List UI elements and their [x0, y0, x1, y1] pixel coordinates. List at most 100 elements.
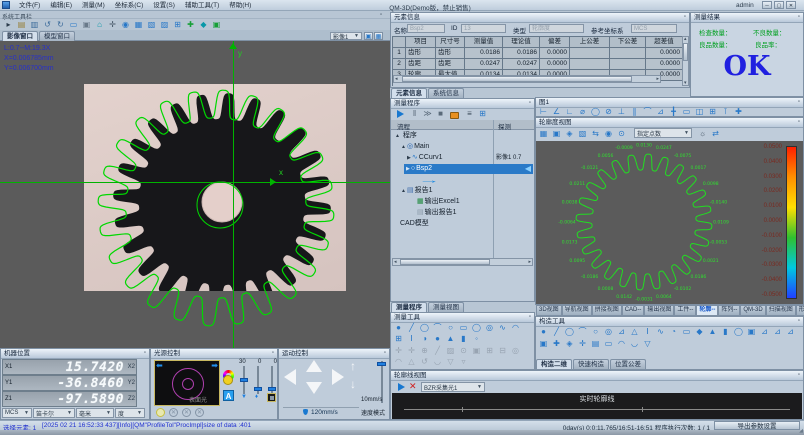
selected-channel-button[interactable] [267, 393, 276, 402]
c-angle2-icon[interactable]: ⊿ [771, 326, 784, 337]
length-unit-select[interactable]: 毫米▼ [76, 408, 114, 418]
construct-tab-0[interactable]: 构造二维 [536, 359, 572, 369]
step-icon[interactable]: ≫ [421, 108, 434, 119]
track-icon[interactable]: ▣ [210, 19, 223, 30]
layout-icon[interactable]: ▨ [158, 19, 171, 30]
light-slider-2-handle[interactable] [254, 387, 262, 391]
tree-row-program[interactable]: ▲ 程序 [392, 131, 533, 141]
annulus-icon[interactable]: ◎ [483, 322, 496, 333]
bulb-icon[interactable]: ♦ [255, 394, 258, 400]
menu-item-0[interactable]: 文件(F) [14, 0, 45, 11]
info-tab-1[interactable]: 系统信息 [428, 88, 464, 98]
edge-icon[interactable]: ╱ [431, 345, 444, 356]
light-slider-1-handle[interactable] [240, 378, 248, 382]
menu-item-6[interactable]: 帮助(H) [224, 0, 256, 11]
swap-icon[interactable]: ⇄ [709, 128, 722, 139]
line-icon[interactable]: ╱ [405, 322, 418, 333]
lock-icon[interactable] [450, 112, 459, 119]
move-up-button[interactable] [306, 360, 322, 372]
info-tab-0[interactable]: 元素信息 [391, 88, 427, 98]
run-program-icon[interactable] [397, 110, 404, 118]
arc-icon[interactable]: ⌒ [431, 322, 444, 333]
c-diamond-icon[interactable]: ◆ [693, 326, 706, 337]
perpendicular-icon[interactable]: ⊥ [615, 106, 628, 117]
height-icon[interactable]: Ⅰ [405, 333, 418, 344]
menu-item-2[interactable]: 测量(M) [77, 0, 110, 11]
undo-icon[interactable]: ↺ [41, 19, 54, 30]
grid2-icon[interactable]: ⊞ [483, 345, 496, 356]
id-field[interactable]: 13 [461, 24, 506, 33]
element-info-pin-icon[interactable]: ▫ [684, 13, 686, 22]
profile-run-icon[interactable] [398, 383, 405, 391]
maximize-button[interactable]: ▢ [774, 1, 784, 9]
cone-icon[interactable]: ▲ [444, 333, 457, 344]
diamond-view-icon[interactable]: ◈ [563, 128, 576, 139]
speed-marker-icon[interactable] [303, 409, 308, 415]
ellipse-icon[interactable]: ○ [444, 322, 457, 333]
points-select[interactable]: 指定点数▼ [634, 128, 692, 138]
stop-icon[interactable]: ■ [434, 108, 447, 119]
c-ellipse-icon[interactable]: ○ [589, 326, 602, 337]
c2-sheet-icon[interactable]: ▤ [589, 338, 602, 349]
tree-h-scrollbar[interactable]: ◂ ▸ [392, 258, 533, 266]
c2-arc2-icon[interactable]: ◡ [628, 338, 641, 349]
tree-row-bsp2-selected[interactable]: ▶○Bsp2 ◀ [404, 164, 533, 174]
construct-tab-2[interactable]: 位置公差 [610, 359, 646, 369]
tree-row-ccurv1[interactable]: ▶∿CCurv1影像1 0.7 [392, 153, 533, 163]
z-down-button[interactable]: ↓ [350, 377, 356, 391]
light-channel-1[interactable] [156, 408, 165, 417]
dome-icon[interactable]: ● [431, 333, 444, 344]
motion-control-pin-icon[interactable]: ▫ [384, 349, 386, 358]
report-icon[interactable]: ▦ [132, 19, 145, 30]
view-tab-10[interactable]: 形状-- [796, 305, 804, 316]
c-line-icon[interactable]: ╱ [550, 326, 563, 337]
open-icon[interactable]: ▤ [15, 19, 28, 30]
menu-item-1[interactable]: 编辑(E) [45, 0, 77, 11]
table-row[interactable]: 2齿距齿距0.02470.02470.00000.0000 [393, 59, 682, 70]
triangle-icon[interactable]: △ [405, 356, 418, 367]
arc3-icon[interactable]: ◡ [431, 356, 444, 367]
pause-icon[interactable]: ‖ [408, 108, 421, 119]
tree-row-outreport[interactable]: ▤输出报告1 [392, 208, 533, 218]
center-view-icon[interactable]: ⊙ [615, 128, 628, 139]
datum-icon[interactable]: ⊢ [537, 106, 550, 117]
box-icon[interactable]: ▣ [470, 345, 483, 356]
circle-icon[interactable]: ◯ [418, 322, 431, 333]
table-h-scrollbar[interactable]: ◂ ▸ [393, 75, 661, 83]
view-tab-9[interactable]: 扫描视图 [766, 305, 796, 316]
minimize-button[interactable]: ─ [762, 1, 772, 9]
c-curve-icon[interactable]: ∿ [654, 326, 667, 337]
c2-rect-icon[interactable]: ▭ [602, 338, 615, 349]
view-tab-3[interactable]: CAD-- [622, 305, 645, 316]
circle-dim-icon[interactable]: ◯ [589, 106, 602, 117]
program-pin-icon[interactable]: ▫ [529, 99, 531, 108]
display-icon[interactable]: ▭ [67, 19, 80, 30]
construct-tab-1[interactable]: 快速构造 [573, 359, 609, 369]
grid-icon[interactable]: ⊞ [171, 19, 184, 30]
c2-box-icon[interactable]: ▣ [537, 338, 550, 349]
type-field[interactable]: 轮廓度 [529, 24, 584, 33]
settings-icon[interactable]: ✛ [106, 19, 119, 30]
viewport-tab-0[interactable]: 影像窗口 [2, 31, 38, 41]
view1-pin-icon[interactable]: ▫ [798, 98, 800, 107]
measure-tools-pin-icon[interactable]: ▫ [529, 313, 531, 322]
tri-meas-icon[interactable]: ⊿ [654, 106, 667, 117]
light-channel-4[interactable]: ✕ [195, 408, 204, 417]
grid-view-icon[interactable]: ▦ [537, 128, 550, 139]
close-button[interactable]: ✕ [786, 1, 796, 9]
runout-icon[interactable]: ⊘ [602, 106, 615, 117]
locate-icon[interactable]: ◆ [197, 19, 210, 30]
tree-row-insert-arrow[interactable]: → [392, 175, 533, 185]
light-channel-3[interactable]: ✕ [182, 408, 191, 417]
menu-item-3[interactable]: 坐标系(C) [110, 0, 149, 11]
table-icon[interactable]: ▧ [145, 19, 158, 30]
arc2-icon[interactable]: ◠ [392, 356, 405, 367]
cross2-icon[interactable]: ✛ [405, 345, 418, 356]
cylinder-icon[interactable]: ▮ [457, 333, 470, 344]
small-point-icon[interactable]: ◦ [470, 333, 483, 344]
c2-plus-icon[interactable]: ✚ [550, 338, 563, 349]
angle-icon[interactable]: ∠ [550, 106, 563, 117]
profile-plot-area[interactable]: 0.0109-0.00530.00210.0186-0.01020.0064-0… [536, 141, 803, 304]
profile-source-select[interactable]: BZR采集光1▼ [421, 382, 485, 392]
camera-icon[interactable]: ◉ [119, 19, 132, 30]
